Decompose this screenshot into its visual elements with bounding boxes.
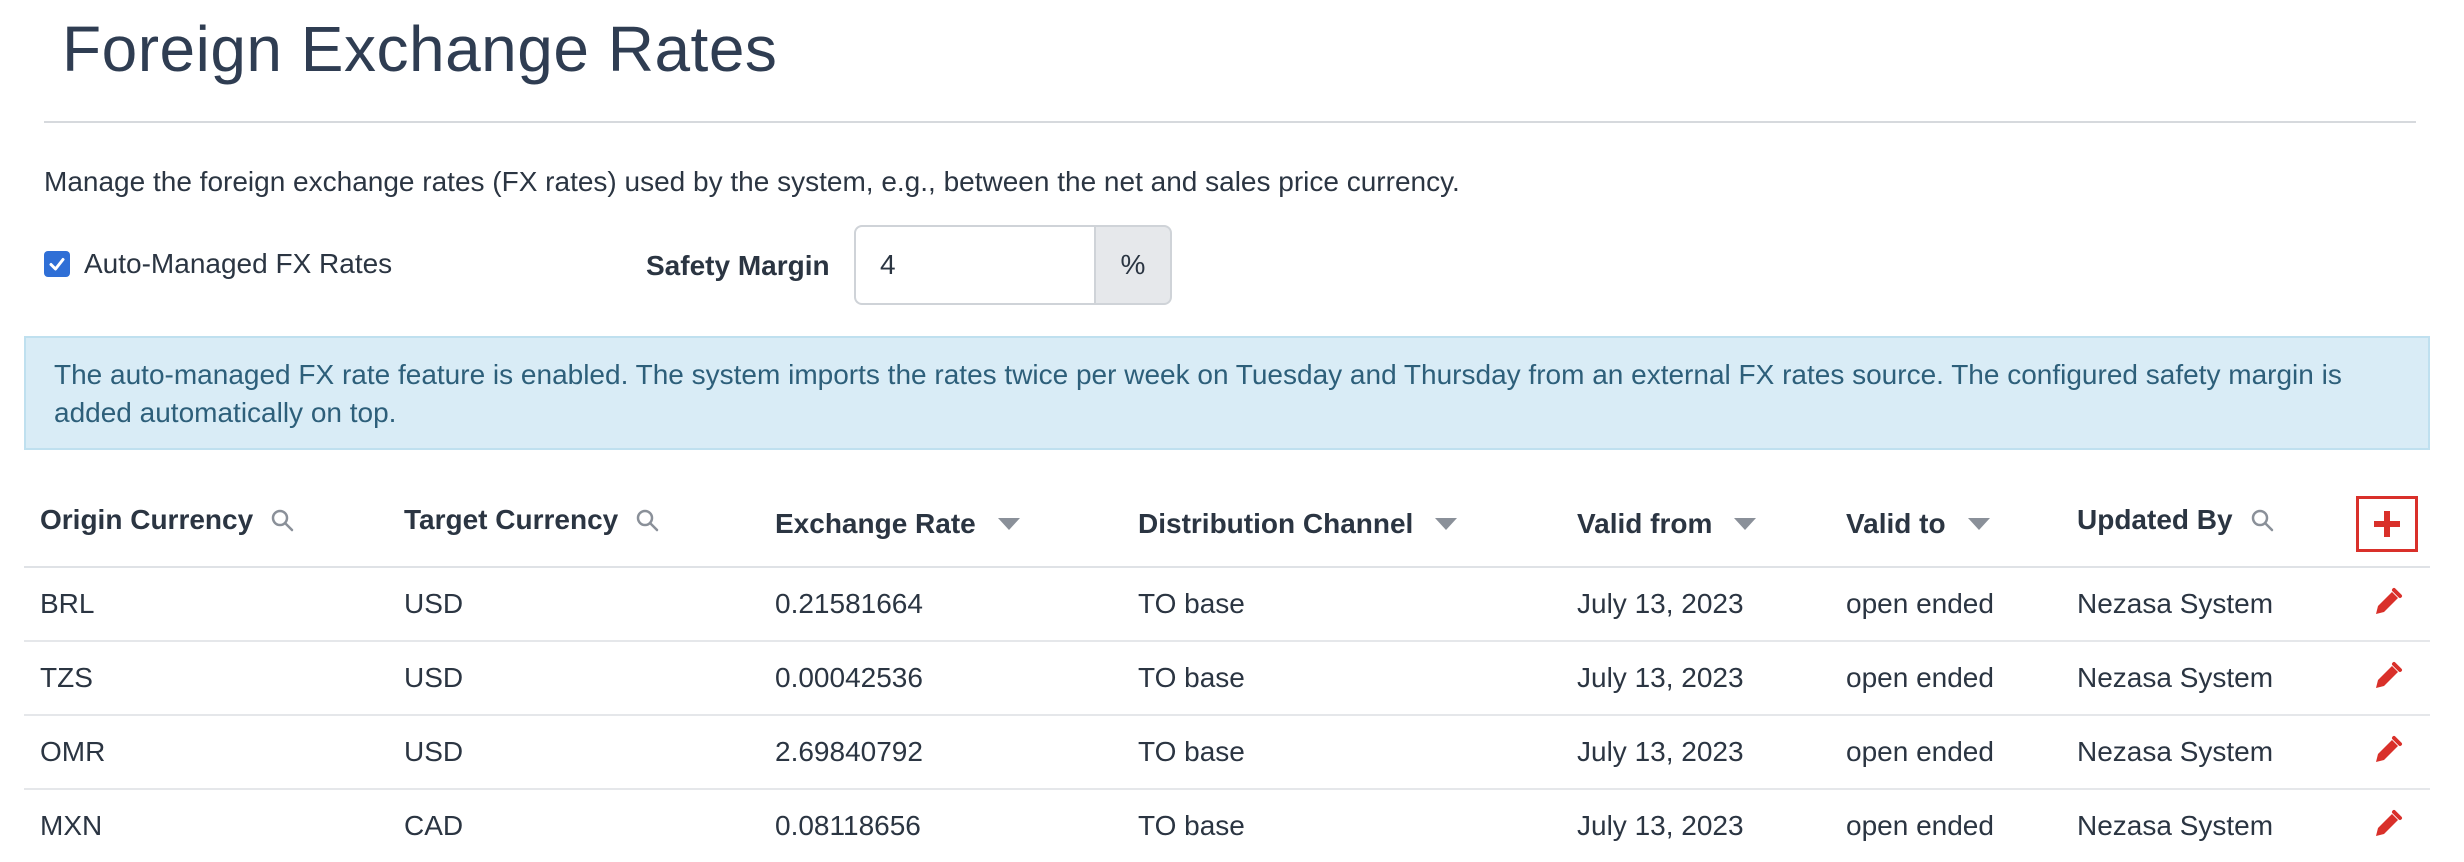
column-updated-by[interactable]: Updated By (2077, 504, 2275, 536)
cell-origin: BRL (40, 588, 95, 619)
fx-rates-table: Origin Currency Target Currency Exchange… (24, 490, 2430, 862)
cell-valid-from: July 13, 2023 (1577, 662, 1744, 693)
table-header: Origin Currency Target Currency Exchange… (24, 490, 2430, 568)
cell-target: USD (404, 588, 464, 619)
column-label: Distribution Channel (1138, 508, 1414, 539)
cell-channel: TO base (1138, 588, 1245, 619)
cell-rate: 0.00042536 (775, 662, 923, 693)
cell-valid-to: open ended (1846, 588, 1994, 619)
cell-rate: 2.69840792 (775, 736, 923, 767)
search-icon[interactable] (634, 507, 660, 533)
safety-margin-label: Safety Margin (646, 250, 830, 281)
plus-icon (2374, 511, 2400, 537)
checkmark-icon (49, 258, 65, 271)
edit-pencil-icon[interactable] (2370, 660, 2404, 694)
cell-updated-by: Nezasa System (2077, 810, 2274, 841)
cell-updated-by: Nezasa System (2077, 662, 2274, 693)
cell-valid-from: July 13, 2023 (1577, 736, 1744, 767)
page-description: Manage the foreign exchange rates (FX ra… (44, 166, 1460, 197)
cell-valid-from: July 13, 2023 (1577, 810, 1744, 841)
info-alert: The auto-managed FX rate feature is enab… (24, 336, 2430, 450)
cell-channel: TO base (1138, 810, 1245, 841)
column-target-currency[interactable]: Target Currency (404, 504, 660, 536)
cell-rate: 0.21581664 (775, 588, 923, 619)
cell-valid-to: open ended (1846, 736, 1994, 767)
cell-target: USD (404, 662, 464, 693)
column-origin-currency[interactable]: Origin Currency (40, 504, 295, 536)
table-row: BRL USD 0.21581664 TO base July 13, 2023… (24, 568, 2430, 642)
safety-margin-unit: % (1094, 225, 1172, 305)
cell-origin: OMR (40, 736, 106, 767)
search-icon[interactable] (269, 507, 295, 533)
cell-channel: TO base (1138, 736, 1245, 767)
add-rate-button[interactable] (2356, 496, 2418, 552)
table-row: TZS USD 0.00042536 TO base July 13, 2023… (24, 642, 2430, 716)
table-row: MXN CAD 0.08118656 TO base July 13, 2023… (24, 790, 2430, 862)
column-valid-from[interactable]: Valid from (1577, 508, 1757, 540)
cell-valid-to: open ended (1846, 662, 1994, 693)
cell-valid-from: July 13, 2023 (1577, 588, 1744, 619)
sort-caret-icon[interactable] (1967, 518, 1990, 530)
cell-channel: TO base (1138, 662, 1245, 693)
column-valid-to[interactable]: Valid to (1846, 508, 1990, 540)
column-label: Updated By (2077, 504, 2233, 535)
auto-managed-label: Auto-Managed FX Rates (84, 248, 393, 279)
cell-target: CAD (404, 810, 464, 841)
search-icon[interactable] (2249, 507, 2275, 533)
cell-updated-by: Nezasa System (2077, 588, 2274, 619)
column-exchange-rate[interactable]: Exchange Rate (775, 508, 1020, 540)
cell-updated-by: Nezasa System (2077, 736, 2274, 767)
column-label: Valid to (1846, 508, 1946, 539)
column-label: Target Currency (404, 504, 619, 535)
auto-managed-toggle[interactable]: Auto-Managed FX Rates (44, 248, 392, 280)
sort-caret-icon[interactable] (1734, 518, 1757, 530)
column-distribution-channel[interactable]: Distribution Channel (1138, 508, 1458, 540)
cell-origin: TZS (40, 662, 93, 693)
safety-margin-input[interactable]: 4 (854, 225, 1094, 305)
cell-valid-to: open ended (1846, 810, 1994, 841)
edit-pencil-icon[interactable] (2370, 586, 2404, 620)
table-row: OMR USD 2.69840792 TO base July 13, 2023… (24, 716, 2430, 790)
edit-pencil-icon[interactable] (2370, 808, 2404, 842)
auto-managed-checkbox[interactable] (44, 251, 70, 277)
edit-pencil-icon[interactable] (2370, 734, 2404, 768)
column-label: Origin Currency (40, 504, 254, 535)
column-label: Exchange Rate (775, 508, 976, 539)
title-divider (44, 121, 2416, 123)
cell-origin: MXN (40, 810, 103, 841)
column-label: Valid from (1577, 508, 1713, 539)
sort-caret-icon[interactable] (1435, 518, 1458, 530)
cell-rate: 0.08118656 (775, 810, 921, 841)
cell-target: USD (404, 736, 464, 767)
page-title: Foreign Exchange Rates (62, 13, 778, 85)
sort-caret-icon[interactable] (997, 518, 1020, 530)
